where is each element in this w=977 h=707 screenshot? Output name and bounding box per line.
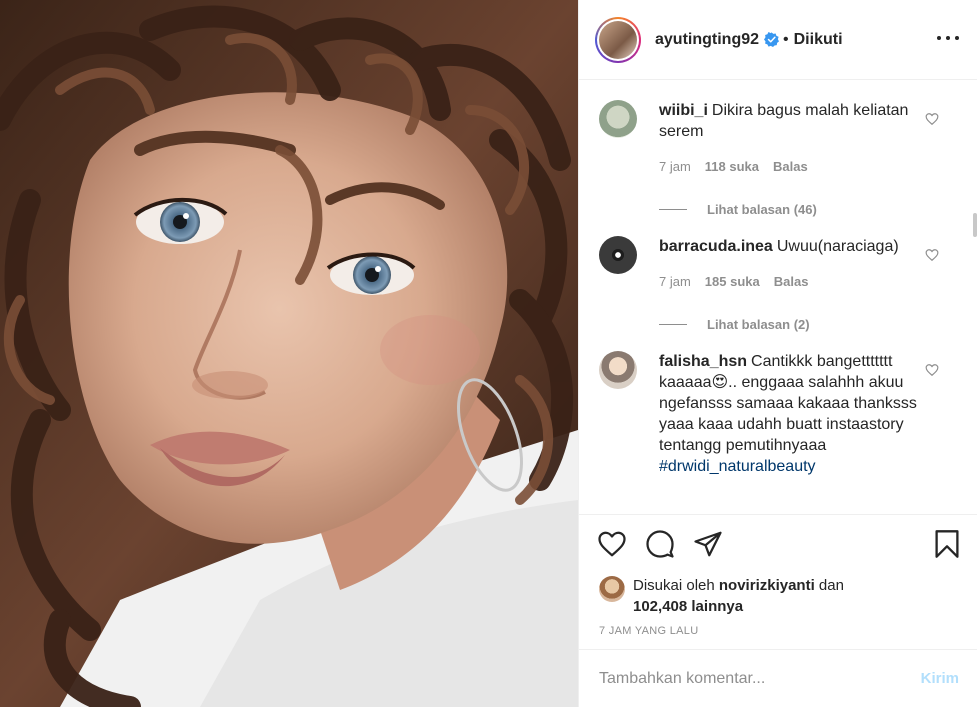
comment-item: falisha_hsn Cantikkk bangettttttt kaaaaa😍… bbox=[599, 351, 961, 493]
send-comment-button[interactable]: Kirim bbox=[921, 670, 959, 687]
add-comment-bar: Kirim bbox=[579, 649, 977, 707]
commenter-avatar[interactable] bbox=[599, 100, 637, 138]
comment-input[interactable] bbox=[599, 669, 921, 688]
comment-likes[interactable]: 185 suka bbox=[705, 271, 760, 292]
more-options-icon[interactable] bbox=[937, 28, 959, 48]
comments-list[interactable]: wiibi_i Dikira bagus malah keliatan serem… bbox=[579, 80, 977, 515]
comment-hashtag[interactable]: #drwidi_naturalbeauty bbox=[659, 456, 921, 477]
post-photo[interactable] bbox=[0, 0, 578, 707]
comment-icon[interactable] bbox=[645, 529, 675, 559]
post-actions-bar bbox=[579, 515, 977, 573]
replies-divider bbox=[659, 209, 687, 210]
author-username[interactable]: ayutingting92 bbox=[655, 31, 759, 49]
likes-prefix: Disukai oleh bbox=[633, 577, 715, 594]
comment-heart-icon[interactable] bbox=[925, 112, 939, 126]
likes-summary: Disukai oleh novirizkiyanti dan 102,408 … bbox=[579, 573, 977, 617]
comment-time[interactable]: 7 jam bbox=[659, 156, 691, 177]
view-replies-label: Lihat balasan (46) bbox=[707, 202, 817, 217]
verified-badge-icon bbox=[764, 32, 780, 47]
comment-heart-icon[interactable] bbox=[925, 363, 939, 377]
author-avatar[interactable] bbox=[595, 16, 641, 63]
comment-likes[interactable]: 118 suka bbox=[705, 156, 759, 177]
heart-icon[interactable] bbox=[597, 529, 627, 559]
likes-suffix: dan bbox=[818, 577, 844, 594]
bookmark-icon[interactable] bbox=[933, 529, 961, 559]
follow-status-button[interactable]: Diikuti bbox=[794, 31, 843, 49]
portrait-illustration bbox=[0, 0, 578, 707]
comment-meta: 7 jam 118 suka Balas bbox=[659, 156, 921, 177]
comment-reply-button[interactable]: Balas bbox=[773, 156, 808, 177]
header-separator: • bbox=[783, 30, 789, 48]
liker-username[interactable]: novirizkiyanti bbox=[719, 577, 815, 594]
comment-username[interactable]: barracuda.inea bbox=[659, 238, 773, 255]
post-timestamp[interactable]: 7 JAM YANG LALU bbox=[579, 617, 977, 653]
commenter-avatar[interactable] bbox=[599, 351, 637, 389]
comment-username[interactable]: wiibi_i bbox=[659, 102, 708, 119]
replies-divider bbox=[659, 324, 687, 325]
comment-heart-icon[interactable] bbox=[925, 248, 939, 262]
comment-username[interactable]: falisha_hsn bbox=[659, 353, 747, 370]
liker-avatar[interactable] bbox=[599, 576, 625, 602]
instagram-post-modal: ayutingting92 • Diikuti wiibi_i Dikira b… bbox=[0, 0, 977, 707]
comment-meta: 7 jam 185 suka Balas bbox=[659, 271, 921, 292]
comment-time[interactable]: 7 jam bbox=[659, 271, 691, 292]
comment-text: Uwuu(naraciaga) bbox=[776, 238, 899, 255]
likes-count[interactable]: 102,408 lainnya bbox=[633, 598, 743, 615]
comment-item: wiibi_i Dikira bagus malah keliatan serem… bbox=[599, 100, 961, 236]
comment-item: barracuda.inea Uwuu(naraciaga) 7 jam 185 … bbox=[599, 236, 961, 351]
view-replies-button[interactable]: Lihat balasan (46) bbox=[659, 199, 921, 220]
view-replies-label: Lihat balasan (2) bbox=[707, 317, 810, 332]
comments-scrollbar[interactable] bbox=[973, 213, 977, 237]
share-icon[interactable] bbox=[693, 529, 723, 559]
post-header: ayutingting92 • Diikuti bbox=[579, 0, 977, 80]
comment-reply-button[interactable]: Balas bbox=[774, 271, 809, 292]
post-side-panel: ayutingting92 • Diikuti wiibi_i Dikira b… bbox=[578, 0, 977, 707]
author-avatar-image bbox=[599, 20, 637, 59]
commenter-avatar[interactable] bbox=[599, 236, 637, 274]
view-replies-button[interactable]: Lihat balasan (2) bbox=[659, 314, 921, 335]
